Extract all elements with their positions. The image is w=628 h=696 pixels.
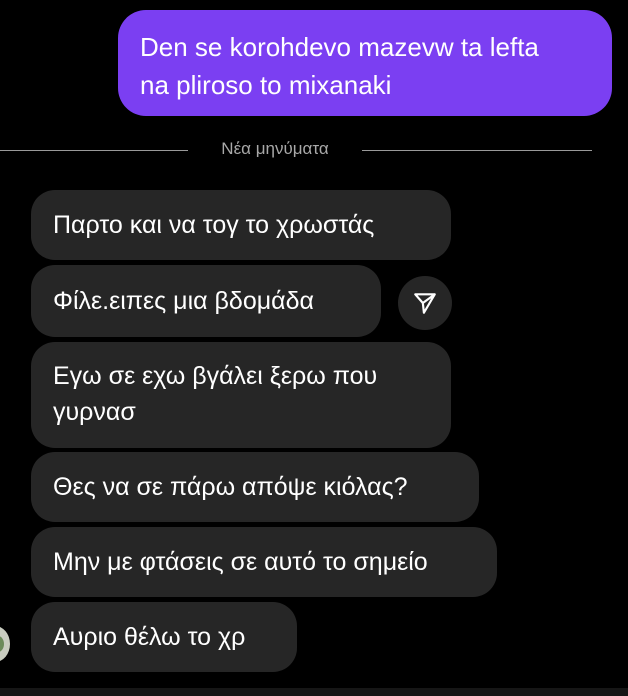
received-message-bubble[interactable]: Παρτο και να τογ το χρωστάς bbox=[31, 190, 451, 260]
new-messages-divider: Νέα μηνύματα bbox=[0, 136, 628, 164]
received-message-bubble[interactable]: Θες να σε πάρω απόψε κιόλας? bbox=[31, 452, 479, 522]
received-message-text: Παρτο και να τογ το χρωστάς bbox=[53, 210, 375, 239]
received-message-bubble[interactable]: Μην με φτάσεις σε αυτό το σημείο bbox=[31, 527, 497, 597]
sender-avatar[interactable] bbox=[0, 626, 10, 662]
new-messages-label: Νέα μηνύματα bbox=[221, 139, 329, 158]
received-message-bubble[interactable]: Εγω σε εχω βγάλει ξερω που γυρνασ bbox=[31, 342, 451, 448]
avatar-image bbox=[0, 636, 4, 652]
received-message-line: γυρνασ bbox=[53, 398, 136, 426]
received-message-text: Θες να σε πάρω απόψε κιόλας? bbox=[53, 472, 408, 501]
composer-edge bbox=[0, 688, 628, 696]
received-message-text: Φίλε.ειπες μια βδομάδα bbox=[53, 286, 314, 315]
received-message-line: Εγω σε εχω βγάλει ξερω που bbox=[53, 362, 378, 390]
divider-line-left bbox=[0, 150, 188, 151]
received-message-text: Μην με φτάσεις σε αυτό το σημείο bbox=[53, 547, 428, 576]
received-message-bubble[interactable]: Αυριο θέλω το χρ bbox=[31, 602, 297, 672]
share-message-button[interactable] bbox=[398, 276, 452, 330]
received-message-text: Αυριο θέλω το χρ bbox=[53, 622, 246, 651]
paper-plane-icon bbox=[414, 293, 436, 314]
divider-line-right bbox=[362, 150, 592, 151]
sent-message-line: Den se korohdevo mazevw ta lefta bbox=[140, 32, 539, 62]
received-message-bubble[interactable]: Φίλε.ειπες μια βδομάδα bbox=[31, 265, 381, 337]
sent-message-bubble[interactable]: Den se korohdevo mazevw ta lefta na plir… bbox=[118, 10, 612, 116]
sent-message-line: na pliroso to mixanaki bbox=[140, 70, 392, 100]
